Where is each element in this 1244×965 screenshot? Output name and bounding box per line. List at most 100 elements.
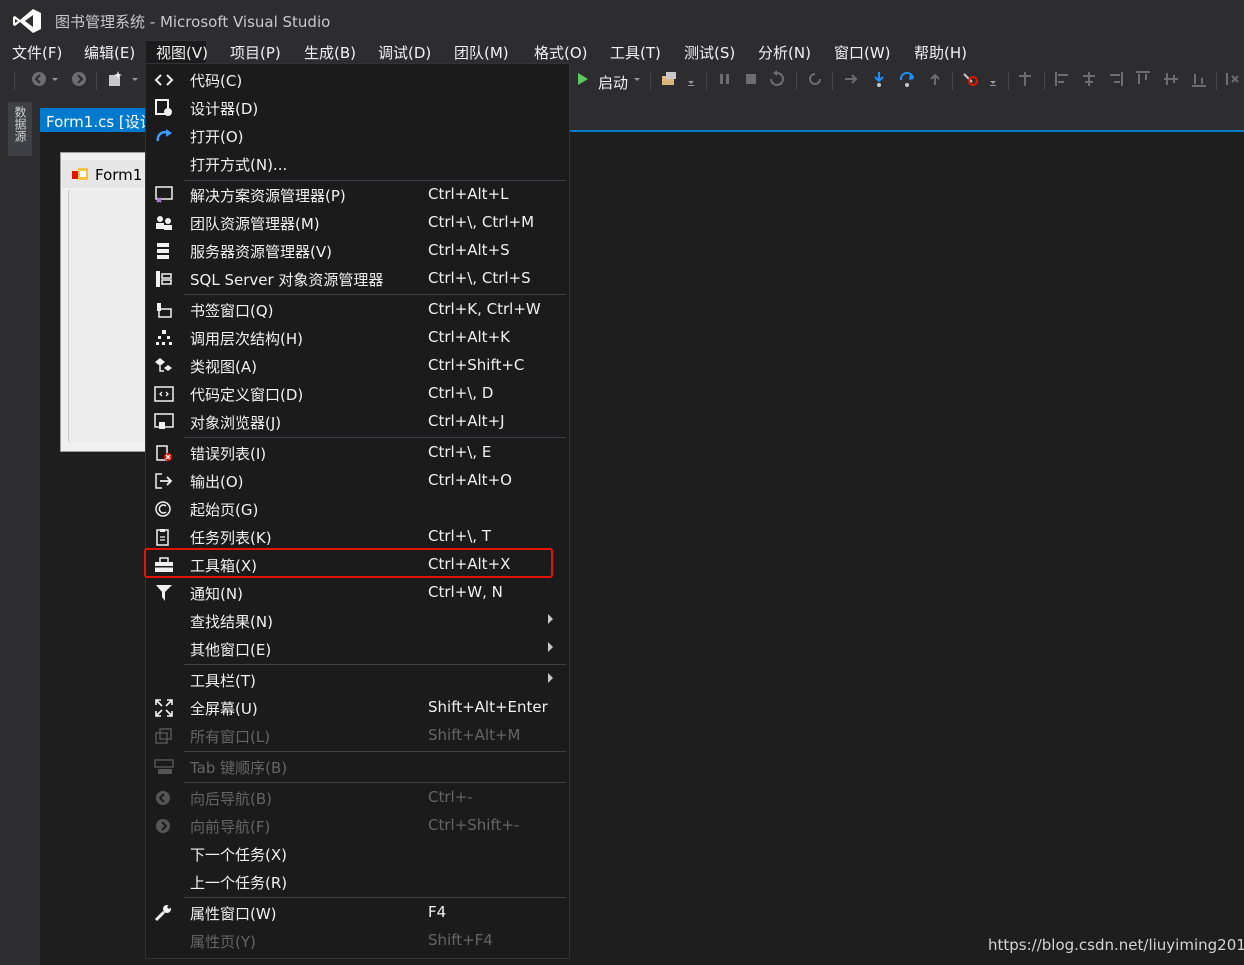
make-same-size-icon[interactable] xyxy=(1224,70,1242,88)
menu-item-team-explorer[interactable]: 团队资源管理器(M) Ctrl+\, Ctrl+M xyxy=(146,209,568,237)
menu-separator xyxy=(184,664,566,665)
menu-item-label: 向前导航(F) xyxy=(190,818,271,836)
menu-item-label: 设计器(D) xyxy=(190,100,259,118)
menu-item-label: 打开方式(N)... xyxy=(190,156,288,174)
chevron-down-icon[interactable] xyxy=(988,70,998,88)
align-left-icon[interactable] xyxy=(1054,70,1072,88)
menu-item-output[interactable]: 输出(O) Ctrl+Alt+O xyxy=(146,467,568,495)
align-center-icon[interactable] xyxy=(1080,70,1098,88)
menu-item-solution-explorer[interactable]: 解决方案资源管理器(P) Ctrl+Alt+L xyxy=(146,181,568,209)
chevron-down-icon[interactable] xyxy=(130,70,140,88)
align-middle-icon[interactable] xyxy=(1162,70,1180,88)
new-project-icon[interactable] xyxy=(106,70,124,88)
step-into-icon[interactable] xyxy=(870,70,888,88)
left-tool-window-strip xyxy=(0,98,40,965)
full-screen-icon xyxy=(155,699,173,717)
refresh-icon[interactable] xyxy=(806,70,824,88)
menu-edit[interactable]: 编辑(E) xyxy=(84,42,135,63)
toolbar-separator xyxy=(832,72,833,90)
start-button-label[interactable]: 启动 xyxy=(598,72,628,93)
step-out-icon[interactable] xyxy=(926,70,944,88)
menu-item-label: 类视图(A) xyxy=(190,358,257,376)
menu-build[interactable]: 生成(B) xyxy=(304,42,356,63)
navigate-forward-icon[interactable] xyxy=(70,70,88,88)
menu-item-label: Tab 键顺序(B) xyxy=(190,759,288,777)
menu-item-full-screen[interactable]: 全屏幕(U) Shift+Alt+Enter xyxy=(146,694,568,722)
toolbar-separator xyxy=(14,72,15,90)
attach-process-icon[interactable] xyxy=(660,70,678,88)
menu-window[interactable]: 窗口(W) xyxy=(834,42,891,63)
restart-icon[interactable] xyxy=(768,70,786,88)
menu-analyze[interactable]: 分析(N) xyxy=(758,42,811,63)
menu-item-bookmark-window[interactable]: 书签窗口(Q) Ctrl+K, Ctrl+W xyxy=(146,296,568,324)
menu-item-other-windows[interactable]: 其他窗口(E) xyxy=(146,635,568,663)
menu-item-label: 查找结果(N) xyxy=(190,613,273,631)
menu-item-properties-window[interactable]: 属性窗口(W) F4 xyxy=(146,899,568,927)
align-top-icon[interactable] xyxy=(1134,70,1152,88)
chevron-down-icon[interactable] xyxy=(632,70,642,88)
menu-tools[interactable]: 工具(T) xyxy=(610,42,661,63)
menu-item-label: 代码定义窗口(D) xyxy=(190,386,304,404)
menu-item-open[interactable]: 打开(O) xyxy=(146,122,568,150)
all-windows-icon xyxy=(155,728,172,744)
menu-item-notifications[interactable]: 通知(N) Ctrl+W, N xyxy=(146,579,568,607)
stop-icon[interactable] xyxy=(742,70,760,88)
menu-item-navigate-forward[interactable]: 向前导航(F) Ctrl+Shift+- xyxy=(146,812,568,840)
menu-separator xyxy=(184,437,566,438)
navigate-back-icon[interactable] xyxy=(30,70,48,88)
menu-debug[interactable]: 调试(D) xyxy=(378,42,431,63)
menu-view[interactable]: 视图(V) xyxy=(156,42,208,63)
menu-format[interactable]: 格式(O) xyxy=(534,42,588,63)
menu-item-toolbars[interactable]: 工具栏(T) xyxy=(146,666,568,694)
menu-item-label: 上一个任务(R) xyxy=(190,874,288,892)
menu-item-task-list[interactable]: 任务列表(K) Ctrl+\, T xyxy=(146,523,568,551)
menu-item-find-results[interactable]: 查找结果(N) xyxy=(146,607,568,635)
menu-item-sql-server-explorer[interactable]: SQL Server 对象资源管理器 Ctrl+\, Ctrl+S xyxy=(146,265,568,293)
submenu-arrow-icon xyxy=(548,673,553,683)
menu-item-next-task[interactable]: 下一个任务(X) xyxy=(146,840,568,868)
object-browser-icon xyxy=(154,413,174,429)
form-client-area[interactable] xyxy=(68,190,149,442)
menu-item-designer[interactable]: 设计器(D) xyxy=(146,94,568,122)
step-over-icon[interactable] xyxy=(898,70,916,88)
align-to-grid-icon[interactable] xyxy=(1016,70,1034,88)
menu-separator xyxy=(184,782,566,783)
menu-team[interactable]: 团队(M) xyxy=(454,42,509,63)
form-icon xyxy=(72,168,88,180)
menu-item-all-windows[interactable]: 所有窗口(L) Shift+Alt+M xyxy=(146,722,568,750)
menu-item-code-definition[interactable]: 代码定义窗口(D) Ctrl+\, D xyxy=(146,380,568,408)
menu-item-call-hierarchy[interactable]: 调用层次结构(H) Ctrl+Alt+K xyxy=(146,324,568,352)
designer-icon xyxy=(155,99,172,116)
menu-item-label: 打开(O) xyxy=(190,128,244,146)
chevron-down-icon[interactable] xyxy=(50,70,60,88)
align-bottom-icon[interactable] xyxy=(1190,70,1208,88)
menu-file[interactable]: 文件(F) xyxy=(12,42,62,63)
align-right-icon[interactable] xyxy=(1106,70,1124,88)
menu-help[interactable]: 帮助(H) xyxy=(914,42,967,63)
pause-icon[interactable] xyxy=(716,70,734,88)
menu-item-open-with[interactable]: 打开方式(N)... xyxy=(146,150,568,178)
toolbar-separator xyxy=(1044,72,1045,90)
menu-item-code[interactable]: 代码(C) xyxy=(146,66,568,94)
menu-project[interactable]: 项目(P) xyxy=(230,42,281,63)
call-hierarchy-icon xyxy=(156,330,172,345)
menu-item-class-view[interactable]: 类视图(A) Ctrl+Shift+C xyxy=(146,352,568,380)
wrench-icon xyxy=(154,905,171,922)
menu-item-previous-task[interactable]: 上一个任务(R) xyxy=(146,868,568,896)
show-next-statement-icon[interactable] xyxy=(842,70,860,88)
menu-item-object-browser[interactable]: 对象浏览器(J) Ctrl+Alt+J xyxy=(146,408,568,436)
menu-item-navigate-backward[interactable]: 向后导航(B) Ctrl+- xyxy=(146,784,568,812)
chevron-down-icon[interactable] xyxy=(686,70,696,88)
menu-item-tab-order[interactable]: Tab 键顺序(B) xyxy=(146,753,568,781)
team-explorer-icon xyxy=(156,216,172,230)
start-debugging-icon[interactable] xyxy=(576,70,590,88)
menu-item-property-pages[interactable]: 属性页(Y) Shift+F4 xyxy=(146,927,568,955)
menu-item-error-list[interactable]: 错误列表(I) Ctrl+\, E xyxy=(146,439,568,467)
menu-item-server-explorer[interactable]: 服务器资源管理器(V) Ctrl+Alt+S xyxy=(146,237,568,265)
code-icon xyxy=(154,74,174,86)
menu-item-start-page[interactable]: 起始页(G) xyxy=(146,495,568,523)
notification-flag-icon xyxy=(156,585,172,601)
toggle-breakpoint-icon[interactable] xyxy=(962,70,980,88)
menu-test[interactable]: 测试(S) xyxy=(684,42,735,63)
toolbar-separator xyxy=(706,72,707,90)
